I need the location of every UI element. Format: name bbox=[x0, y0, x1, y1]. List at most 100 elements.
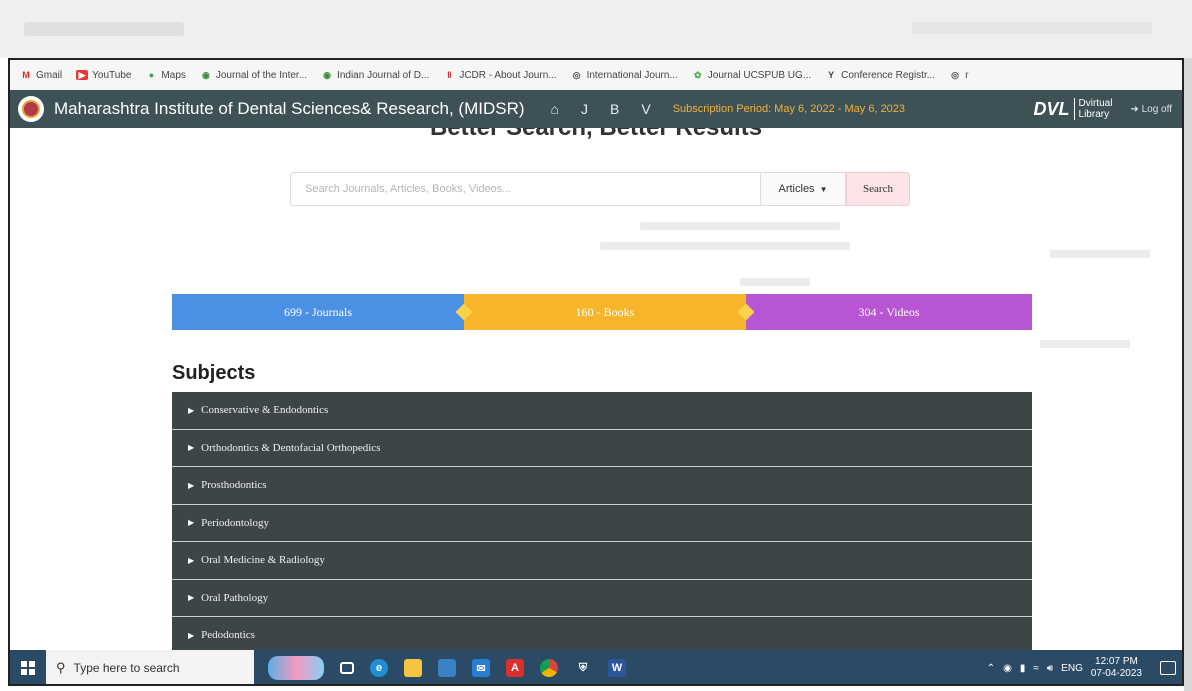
bookmark-journal-inter[interactable]: ◉ Journal of the Inter... bbox=[200, 70, 307, 81]
institute-emblem-icon bbox=[22, 100, 40, 118]
subject-label: Conservative & Endodontics bbox=[201, 404, 329, 417]
language-indicator[interactable]: ENG bbox=[1061, 663, 1083, 674]
dvl-subtitle: Dvirtual Library bbox=[1073, 98, 1112, 120]
ucspub-icon: ✿ bbox=[693, 70, 702, 80]
subscription-period: Subscription Period: May 6, 2022 - May 6… bbox=[672, 103, 906, 115]
mail-icon[interactable]: ✉ bbox=[472, 659, 490, 677]
dvl-logo[interactable]: DVL Dvirtual Library bbox=[1034, 98, 1112, 120]
search-bar: Articles ▼ Search bbox=[290, 172, 910, 206]
word-icon[interactable]: W bbox=[608, 659, 626, 677]
subject-label: Prosthodontics bbox=[201, 479, 267, 492]
books-count[interactable]: 160 - Books bbox=[464, 294, 746, 330]
subject-orthodontics[interactable]: ▶ Orthodontics & Dentofacial Orthopedics bbox=[172, 429, 1032, 467]
bookmark-maps[interactable]: ● Maps bbox=[145, 69, 186, 81]
home-icon[interactable]: ⌂ bbox=[551, 101, 559, 117]
clock-date: 07-04-2023 bbox=[1090, 668, 1142, 679]
search-highlight-icon[interactable] bbox=[268, 656, 324, 680]
browser-tab-strip bbox=[0, 0, 1192, 58]
videos-count[interactable]: 304 - Videos bbox=[746, 294, 1032, 330]
subject-label: Oral Pathology bbox=[201, 591, 269, 604]
taskbar-apps: e ✉ A ⛨ W bbox=[268, 656, 626, 680]
bookmark-label: International Journ... bbox=[586, 69, 678, 81]
subject-label: Pedodontics bbox=[201, 629, 255, 642]
bookmark-label: Indian Journal of D... bbox=[337, 69, 430, 81]
search-input[interactable] bbox=[290, 172, 760, 206]
subject-periodontology[interactable]: ▶ Periodontology bbox=[172, 504, 1032, 542]
globe-icon: ◎ bbox=[951, 70, 959, 80]
chrome-icon[interactable] bbox=[540, 659, 558, 677]
nav-journals-link[interactable]: J bbox=[581, 101, 588, 117]
youtube-icon: ▶ bbox=[76, 70, 89, 80]
subject-oral-pathology[interactable]: ▶ Oral Pathology bbox=[172, 579, 1032, 617]
taskbar-clock[interactable]: 12:07 PM 07-04-2023 bbox=[1091, 656, 1142, 680]
caret-right-icon: ▶ bbox=[188, 630, 195, 640]
background-ghost bbox=[640, 222, 840, 230]
search-type-select[interactable]: Articles ▼ bbox=[760, 172, 846, 206]
jcdr-icon: ‖ bbox=[447, 70, 452, 80]
subject-label: Periodontology bbox=[201, 516, 269, 529]
bookmark-r[interactable]: ◎ r bbox=[949, 70, 968, 81]
gmail-icon: M bbox=[22, 70, 30, 80]
task-view-icon[interactable] bbox=[340, 662, 354, 674]
bookmark-label: Maps bbox=[161, 69, 186, 81]
background-ghost bbox=[740, 278, 810, 286]
start-button[interactable] bbox=[10, 650, 46, 686]
subject-label: Oral Medicine & Radiology bbox=[201, 554, 325, 567]
background-ghost bbox=[1050, 250, 1150, 258]
search-type-value: Articles bbox=[778, 183, 815, 195]
subject-prosthodontics[interactable]: ▶ Prosthodontics bbox=[172, 467, 1032, 505]
bookmark-gmail[interactable]: M Gmail bbox=[20, 70, 62, 81]
subject-conservative-endodontics[interactable]: ▶ Conservative & Endodontics bbox=[172, 392, 1032, 430]
journals-count[interactable]: 699 - Journals bbox=[172, 294, 464, 330]
windows-logo-icon bbox=[21, 661, 35, 675]
network-icon[interactable]: ◉ bbox=[1003, 663, 1012, 674]
volume-icon[interactable]: 🔊︎ bbox=[1047, 663, 1053, 674]
bookmark-label: r bbox=[965, 69, 969, 81]
bookmark-ucspub[interactable]: ✿ Journal UCSPUB UG... bbox=[692, 70, 811, 81]
security-shield-icon[interactable]: ⛨ bbox=[574, 659, 592, 677]
bookmark-indian-journal[interactable]: ◉ Indian Journal of D... bbox=[321, 70, 429, 81]
content-stats-bar: 699 - Journals 160 - Books 304 - Videos bbox=[172, 294, 1032, 330]
bookmark-label: YouTube bbox=[92, 69, 132, 81]
subjects-list: ▶ Conservative & Endodontics ▶ Orthodontic… bbox=[172, 392, 1032, 650]
logoff-label: Log off bbox=[1141, 103, 1172, 115]
conference-icon: Y bbox=[828, 70, 835, 80]
header-nav: ⌂ J B V bbox=[551, 101, 651, 117]
globe-icon: ◉ bbox=[323, 70, 331, 80]
caret-right-icon: ▶ bbox=[188, 518, 195, 528]
file-explorer-icon[interactable] bbox=[404, 659, 422, 677]
subject-oral-medicine-radiology[interactable]: ▶ Oral Medicine & Radiology bbox=[172, 542, 1032, 580]
acrobat-icon[interactable]: A bbox=[506, 659, 524, 677]
logoff-link[interactable]: ➜ Log off bbox=[1130, 104, 1172, 115]
hero-heading: Better Search, Better Results bbox=[10, 128, 1182, 142]
hero-heading-container: Better Search, Better Results bbox=[10, 128, 1182, 158]
taskbar-search[interactable]: ⚲ Type here to search bbox=[46, 650, 254, 686]
edge-icon[interactable]: e bbox=[370, 659, 388, 677]
caret-right-icon: ▶ bbox=[188, 443, 195, 453]
background-ghost bbox=[1040, 340, 1130, 348]
nav-videos-link[interactable]: V bbox=[641, 101, 650, 117]
institute-title[interactable]: Maharashtra Institute of Dental Sciences… bbox=[54, 99, 525, 119]
wifi-icon[interactable]: ≈ bbox=[1033, 663, 1039, 674]
clock-time: 12:07 PM bbox=[1095, 656, 1138, 667]
bookmark-conference[interactable]: Y Conference Registr... bbox=[825, 70, 935, 81]
subjects-heading: Subjects bbox=[172, 362, 256, 384]
bookmark-youtube[interactable]: ▶ YouTube bbox=[76, 70, 131, 81]
bookmarks-bar: M Gmail ▶ YouTube ● Maps ◉ Journal of the In… bbox=[10, 60, 1182, 90]
caret-right-icon: ▶ bbox=[188, 405, 195, 415]
nav-books-link[interactable]: B bbox=[610, 101, 619, 117]
caret-right-icon: ▶ bbox=[188, 480, 195, 490]
store-icon[interactable] bbox=[438, 659, 456, 677]
battery-icon[interactable]: ▮ bbox=[1020, 663, 1026, 674]
notification-icon[interactable] bbox=[1160, 661, 1176, 675]
search-button[interactable]: Search bbox=[846, 172, 910, 206]
system-tray: ⌃ ◉ ▮ ≈ 🔊︎ ENG 12:07 PM 07-04-2023 bbox=[987, 656, 1182, 680]
bookmark-jcdr[interactable]: ‖ JCDR - About Journ... bbox=[443, 70, 557, 81]
institute-logo[interactable] bbox=[18, 96, 44, 122]
chevron-up-icon[interactable]: ⌃ bbox=[987, 663, 995, 674]
subject-pedodontics[interactable]: ▶ Pedodontics bbox=[172, 617, 1032, 650]
bookmark-label: Journal of the Inter... bbox=[215, 69, 308, 81]
search-icon: ⚲ bbox=[56, 660, 66, 675]
windows-taskbar: ⚲ Type here to search e ✉ A ⛨ W ⌃ ◉ ▮ ≈ … bbox=[10, 650, 1182, 686]
bookmark-international-journal[interactable]: ◎ International Journ... bbox=[571, 70, 678, 81]
